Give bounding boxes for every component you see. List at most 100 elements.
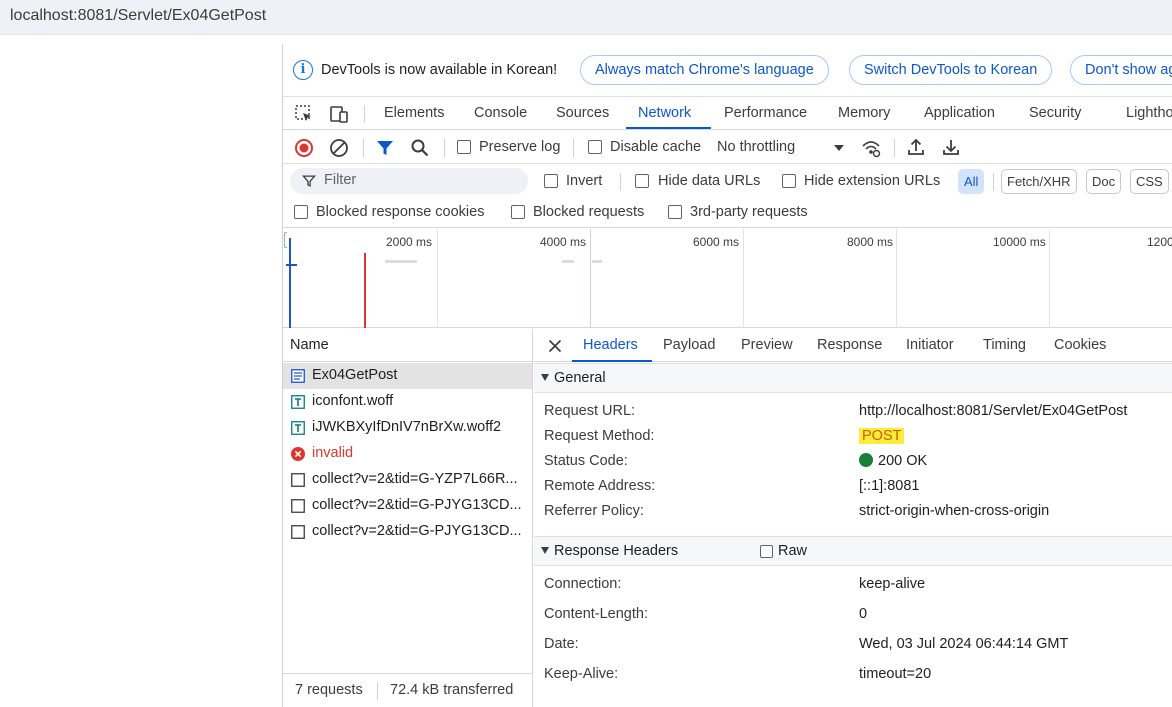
tab-memory[interactable]: Memory [838,105,890,121]
referrer-policy-value: strict-origin-when-cross-origin [859,503,1050,519]
load-event-marker [364,253,366,328]
font-icon [291,421,305,435]
request-bar [562,260,574,263]
request-row[interactable]: collect?v=2&tid=G-PJYG13CD... [283,493,532,519]
type-filter-doc[interactable]: Doc [1086,169,1122,194]
third-party-requests-label: 3rd-party requests [690,204,808,220]
hide-data-urls-checkbox[interactable] [635,174,649,188]
generic-file-icon [291,525,305,539]
name-column-header[interactable]: Name [283,329,533,362]
request-row[interactable]: Ex04GetPost [283,363,532,389]
close-icon[interactable] [548,339,562,353]
active-tab-indicator [626,127,711,129]
request-row[interactable]: invalid [283,441,532,467]
toolbar-divider [620,173,621,191]
always-match-language-button[interactable]: Always match Chrome's language [580,55,829,85]
tab-network[interactable]: Network [638,105,691,121]
request-row[interactable]: iconfont.woff [283,389,532,415]
switch-devtools-korean-button[interactable]: Switch DevTools to Korean [849,55,1053,85]
stop-recording-icon[interactable] [294,138,314,158]
tab-application[interactable]: Application [924,105,995,121]
blocked-response-cookies-checkbox[interactable] [294,205,308,219]
filter-input[interactable]: Filter [290,168,528,194]
overview-left-handle[interactable] [284,232,287,248]
dom-content-loaded-marker [289,238,291,328]
general-section-header[interactable]: General [534,363,1172,393]
method-highlight: POST [859,428,905,444]
request-row[interactable]: collect?v=2&tid=G-PJYG13CD... [283,519,532,545]
general-section-title: General [554,370,606,386]
import-har-icon[interactable] [906,137,926,157]
generic-file-icon [291,499,305,513]
tab-initiator[interactable]: Initiator [906,337,954,353]
request-url-value: http://localhost:8081/Servlet/Ex04GetPos… [859,403,1128,419]
tab-elements[interactable]: Elements [384,105,444,121]
timeline-tick-label: 6000 ms [693,235,740,249]
document-icon [291,369,305,383]
timeline-tick-label: 8000 ms [847,235,894,249]
invert-checkbox[interactable] [544,174,558,188]
tab-console[interactable]: Console [474,105,527,121]
raw-label: Raw [778,543,808,559]
header-value: Wed, 03 Jul 2024 06:44:14 GMT [859,636,1069,652]
timeline-gridline [1049,229,1050,328]
type-filter-fetch-xhr[interactable]: Fetch/XHR [1001,169,1077,194]
export-har-icon[interactable] [941,137,961,157]
dropdown-arrow-icon[interactable] [829,138,849,158]
raw-checkbox[interactable] [760,545,773,558]
header-value: 0 [859,606,868,622]
type-filter-css[interactable]: CSS [1130,169,1169,194]
timeline-tick-label: 2000 ms [386,235,433,249]
request-name: collect?v=2&tid=G-PJYG13CD... [312,523,522,539]
inspect-element-icon[interactable] [294,104,314,124]
response-headers-section-header[interactable]: Response Headers Raw [534,536,1172,566]
request-name: Ex04GetPost [312,367,398,383]
blocked-requests-checkbox[interactable] [511,205,525,219]
expand-triangle-icon [541,547,549,554]
tab-response[interactable]: Response [817,337,882,353]
address-bar[interactable]: localhost:8081/Servlet/Ex04GetPost [0,0,1172,35]
blocked-requests-label: Blocked requests [533,204,645,220]
tab-performance[interactable]: Performance [724,105,807,121]
third-party-requests-checkbox[interactable] [668,205,682,219]
request-row[interactable]: collect?v=2&tid=G-YZP7L66R... [283,467,532,493]
font-icon [291,395,305,409]
request-name: collect?v=2&tid=G-PJYG13CD... [312,497,522,513]
network-toolbar: Preserve log Disable cache No throttling [283,131,1172,164]
tab-security[interactable]: Security [1029,105,1081,121]
header-key: Remote Address: [544,478,656,494]
toolbar-divider [573,139,574,157]
name-column-label: Name [290,337,329,353]
tab-sources[interactable]: Sources [556,105,609,121]
hide-extension-urls-label: Hide extension URLs [804,173,941,189]
tab-headers[interactable]: Headers [583,337,638,353]
timeline-overview[interactable]: 2000 ms 4000 ms 6000 ms 8000 ms 10000 ms… [283,229,1172,328]
header-key: Request URL: [544,403,636,419]
filter-icon[interactable] [375,138,395,158]
tab-cookies[interactable]: Cookies [1054,337,1106,353]
disable-cache-checkbox[interactable] [588,140,602,154]
device-toolbar-icon[interactable] [329,104,349,124]
hide-extension-urls-checkbox[interactable] [782,174,796,188]
preserve-log-checkbox[interactable] [457,140,471,154]
timeline-gridline [590,229,591,328]
search-icon[interactable] [410,138,430,158]
tab-lighthouse[interactable]: Lighthou [1126,105,1172,121]
clear-icon[interactable] [329,138,349,158]
address-url[interactable]: localhost:8081/Servlet/Ex04GetPost [10,7,266,25]
throttling-select[interactable]: No throttling [717,139,795,155]
tab-payload[interactable]: Payload [663,337,715,353]
request-row[interactable]: iJWKBXyIfDnIV7nBrXw.woff2 [283,415,532,441]
type-filter-all[interactable]: All [958,169,985,194]
footer-divider [377,682,378,700]
blocked-response-cookies-label: Blocked response cookies [316,204,485,220]
header-key: Content-Length: [544,606,648,622]
tab-timing[interactable]: Timing [983,337,1026,353]
network-conditions-icon[interactable] [861,138,881,158]
toolbar-divider [993,173,994,191]
devtools-panel: i DevTools is now available in Korean! A… [282,44,1172,707]
dont-show-again-button[interactable]: Don't show ag [1070,55,1172,85]
filter-placeholder: Filter [324,172,357,188]
header-key: Keep-Alive: [544,666,619,682]
tab-preview[interactable]: Preview [741,337,793,353]
